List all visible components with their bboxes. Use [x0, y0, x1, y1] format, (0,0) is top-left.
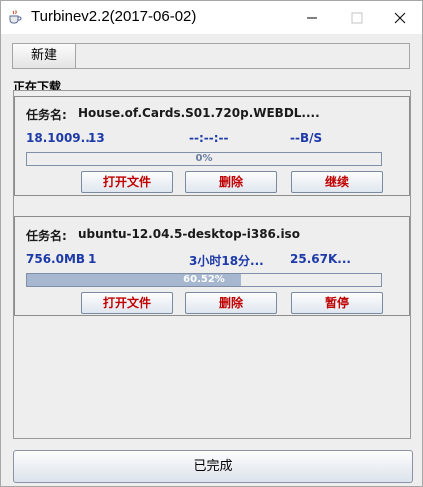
maximize-icon: [351, 12, 363, 24]
open-file-button[interactable]: 打开文件: [81, 292, 173, 314]
download-task: 任务名: House.of.Cards.S01.720p.WEBDL.... 1…: [14, 96, 410, 196]
new-task-button[interactable]: 新建: [13, 44, 76, 68]
window-title: Turbinev2.2(2017-06-02): [31, 8, 197, 25]
maximize-button[interactable]: [335, 1, 379, 34]
resume-button[interactable]: 继续: [291, 171, 383, 193]
task-remaining-time: 3小时18分...: [189, 254, 264, 268]
task-connections: 13: [88, 131, 105, 145]
task-size: 756.0MB: [26, 252, 86, 266]
task-progress-bar: 60.52%: [26, 273, 382, 287]
title-bar[interactable]: Turbinev2.2(2017-06-02): [1, 1, 422, 34]
task-speed: --B/S: [290, 131, 323, 145]
task-name-label: 任务名:: [26, 108, 67, 122]
task-size: 18.1009...: [26, 131, 95, 145]
close-button[interactable]: [378, 1, 422, 34]
toolbar: 新建: [12, 43, 410, 69]
delete-button[interactable]: 删除: [185, 292, 277, 314]
pause-button[interactable]: 暂停: [291, 292, 383, 314]
app-window: Turbinev2.2(2017-06-02) 新建 正在下载 任务名: Hou…: [0, 0, 423, 487]
download-task: 任务名: ubuntu-12.04.5-desktop-i386.iso 756…: [14, 216, 410, 316]
open-file-button[interactable]: 打开文件: [81, 171, 173, 193]
task-name: House.of.Cards.S01.720p.WEBDL....: [78, 106, 320, 120]
completed-button[interactable]: 已完成: [13, 450, 413, 483]
task-name-label: 任务名:: [26, 229, 67, 243]
task-remaining-time: --:--:--: [189, 131, 229, 145]
download-list: 任务名: House.of.Cards.S01.720p.WEBDL.... 1…: [13, 90, 411, 439]
minimize-icon: [307, 17, 317, 19]
progress-percent: 60.52%: [183, 274, 225, 285]
task-connections: 1: [88, 252, 97, 266]
task-progress-bar: 0%: [26, 152, 382, 166]
progress-percent: 0%: [195, 153, 213, 164]
close-icon: [394, 12, 406, 24]
minimize-button[interactable]: [290, 1, 334, 34]
delete-button[interactable]: 删除: [185, 171, 277, 193]
task-name: ubuntu-12.04.5-desktop-i386.iso: [78, 227, 300, 241]
java-coffee-icon: [7, 9, 23, 25]
task-speed: 25.67K...: [290, 252, 351, 266]
